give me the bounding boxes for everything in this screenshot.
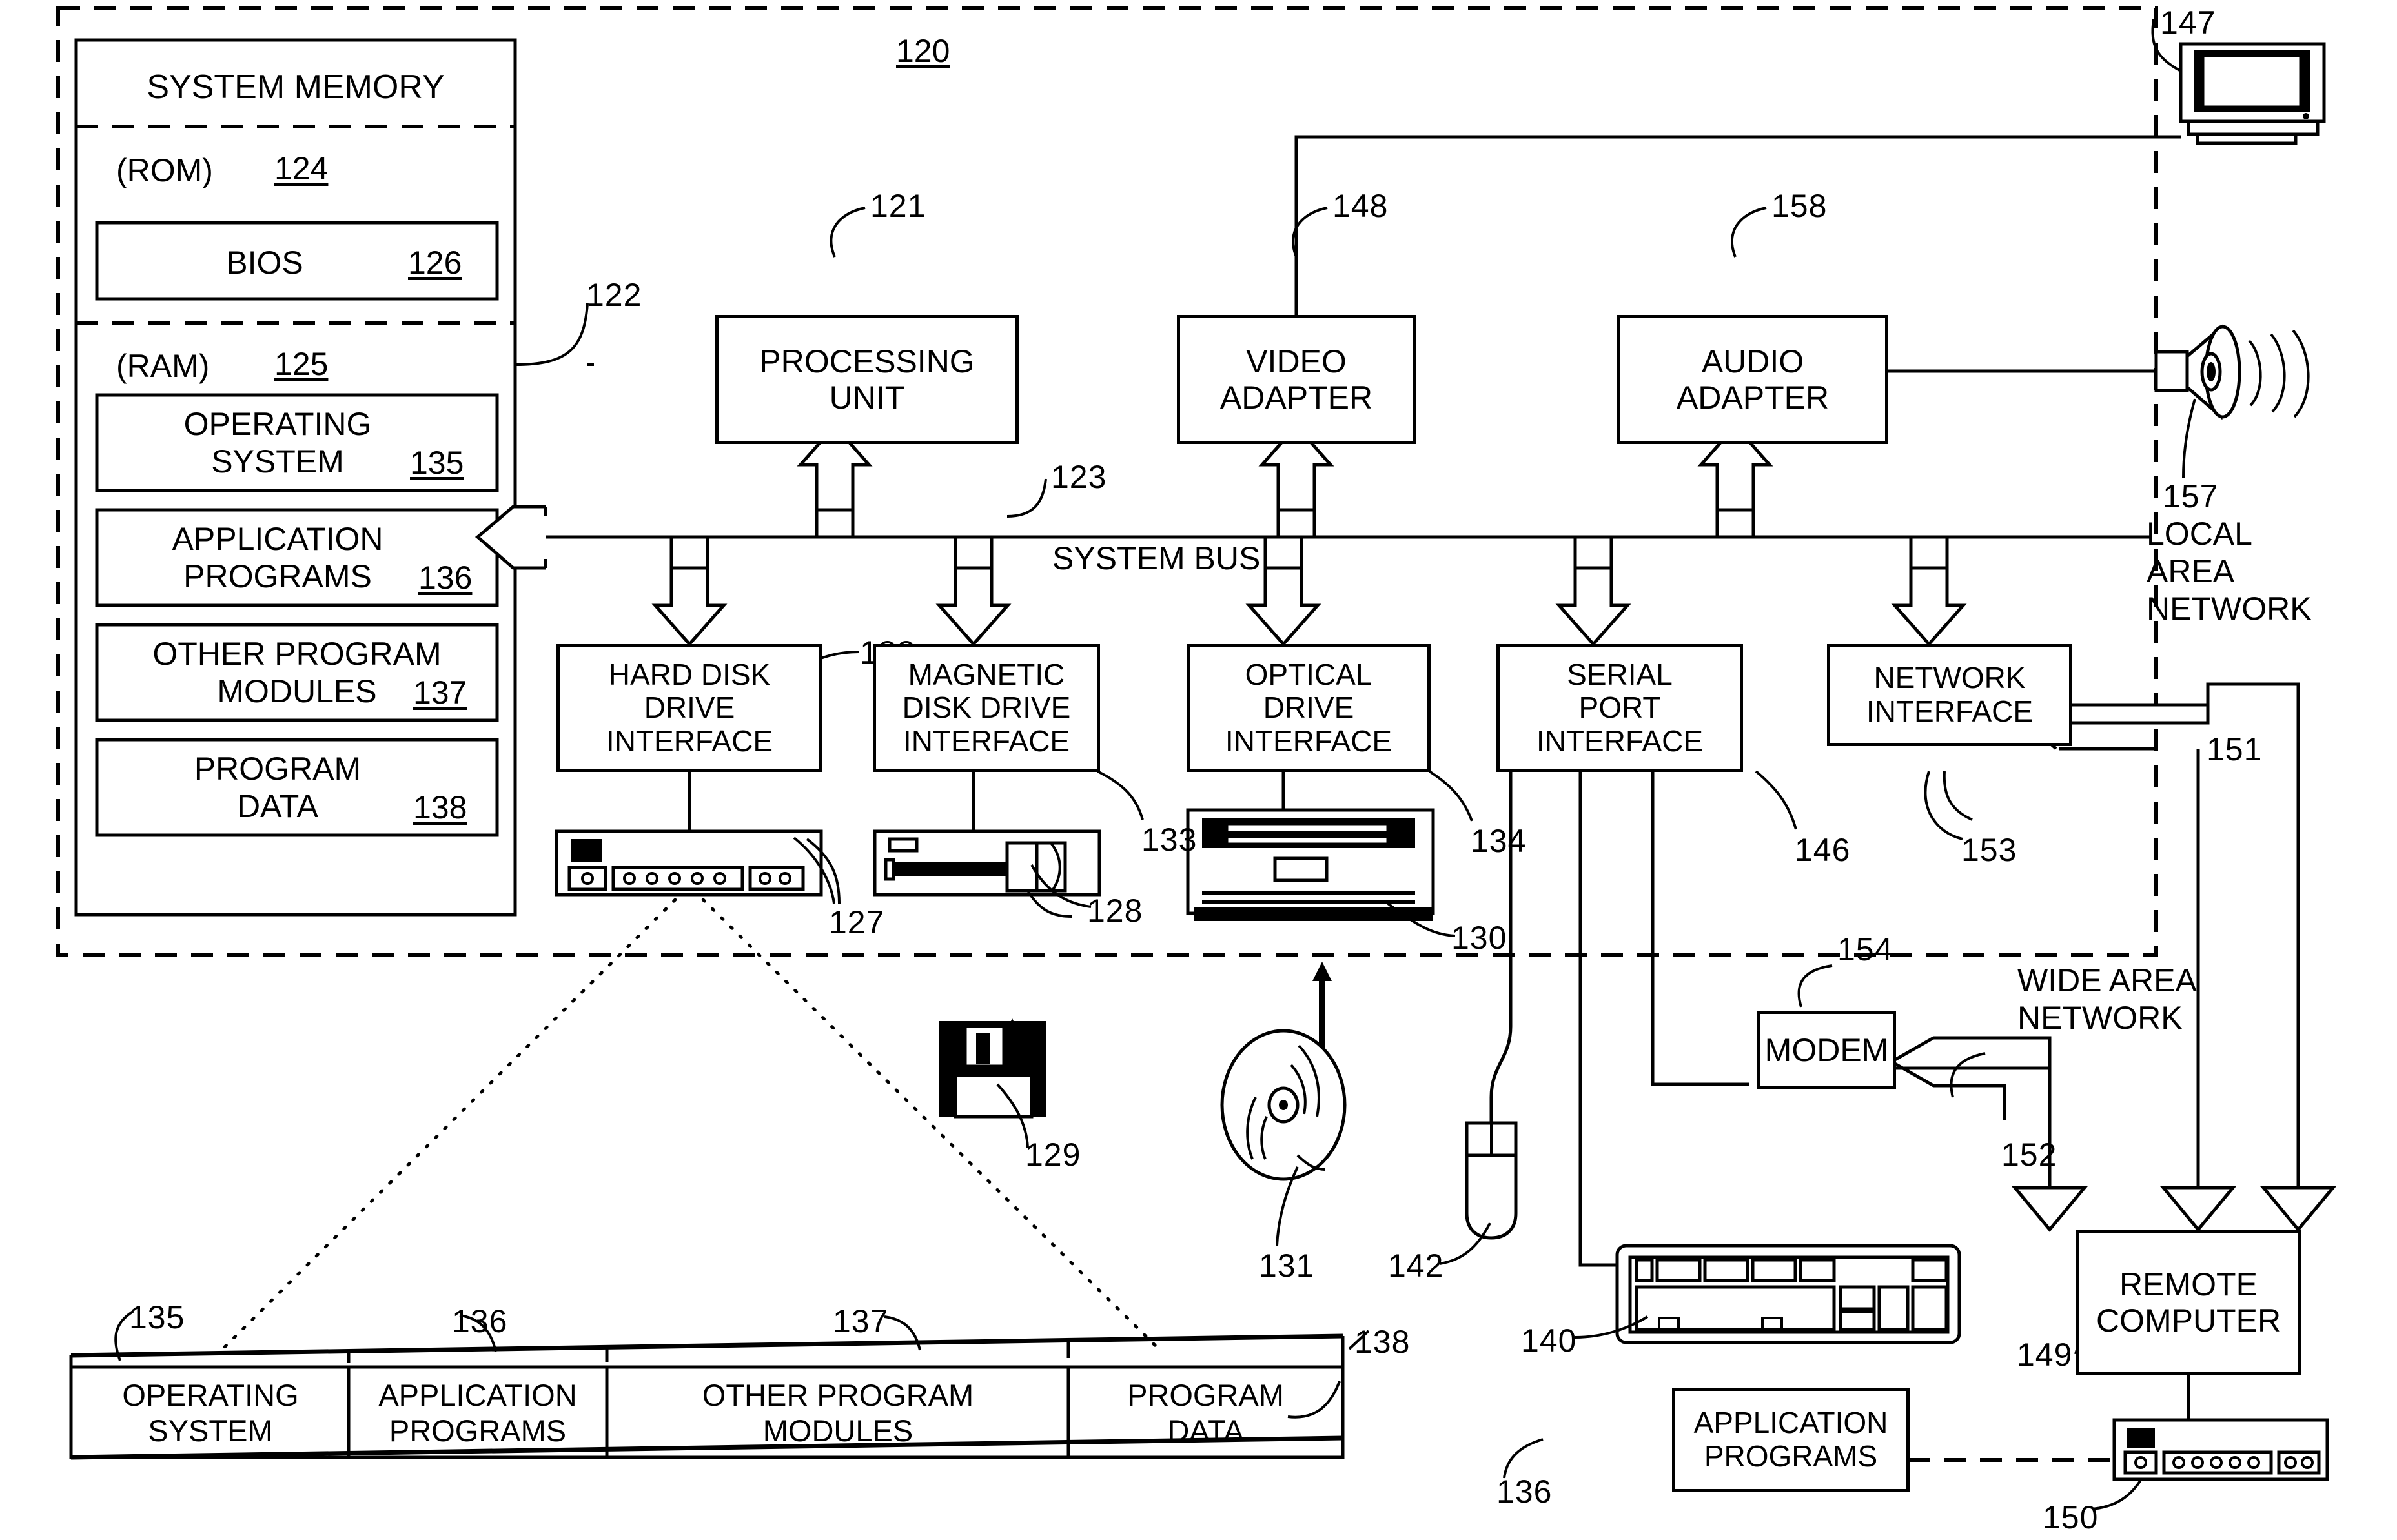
bus-arrow-down-fdd — [935, 537, 1012, 647]
strip-ref-138: 138 — [1354, 1324, 1411, 1360]
serial-port-interface-box: SERIAL PORT INTERFACE — [1496, 644, 1743, 772]
strip-ref-136: 136 — [452, 1303, 508, 1339]
processing-unit-label: PROCESSING UNIT — [759, 343, 975, 416]
floppy-drive-icon — [873, 829, 1101, 918]
hard-disk-drive-interface-box: HARD DISK DRIVE INTERFACE — [556, 644, 822, 772]
optical-disc-ref: 131 — [1259, 1248, 1315, 1284]
modem-label: MODEM — [1764, 1032, 1889, 1068]
strip-cell-apps: APPLICATION PROGRAMS — [378, 1378, 577, 1448]
app-module-label: APPLICATION PROGRAMS — [172, 521, 383, 594]
wide-area-network-label: WIDE AREA NETWORK — [2017, 962, 2197, 1036]
hard-drive-icon — [555, 829, 841, 904]
video-adapter-box: VIDEO ADAPTER — [1177, 315, 1416, 444]
ram-label: (RAM) — [116, 348, 210, 384]
cd-insert-arrow — [1312, 962, 1332, 1059]
floppy-disk-ref: 129 — [1025, 1137, 1081, 1173]
monitor-icon — [2179, 42, 2326, 145]
processing-unit-box: PROCESSING UNIT — [715, 315, 1019, 444]
bus-arrow-down-network — [1891, 537, 1967, 647]
network-interface-label: NETWORK INTERFACE — [1866, 661, 2034, 728]
strip-cell-progdata: PROGRAM DATA — [1127, 1378, 1284, 1448]
wan-ref: 152 — [2001, 1137, 2057, 1173]
video-adapter-ref: 148 — [1332, 188, 1389, 224]
remote-application-programs-box: APPLICATION PROGRAMS — [1672, 1388, 1910, 1492]
memory-bus-ref: 122 — [586, 277, 642, 313]
patent-figure-canvas: .s{fill:none;stroke:#000;stroke-width:5;… — [0, 0, 2397, 1540]
keyboard-ref: 140 — [1521, 1322, 1577, 1359]
network-interface-box: NETWORK INTERFACE — [1827, 644, 2072, 746]
system-memory-title: SYSTEM MEMORY — [147, 68, 445, 106]
floppy-drive-ref: 128 — [1087, 893, 1143, 929]
rom-label: (ROM) — [116, 152, 213, 188]
remote-computer-ref: 149 — [2017, 1337, 2073, 1373]
ram-ref: 125 — [274, 346, 329, 382]
audio-adapter-box: AUDIO ADAPTER — [1617, 315, 1888, 444]
magnetic-disk-drive-interface-box: MAGNETIC DISK DRIVE INTERFACE — [873, 644, 1100, 772]
other-module-ref: 137 — [413, 674, 467, 711]
figure-ref-120: 120 — [896, 33, 950, 69]
remote-computer-box: REMOTE COMPUTER — [2076, 1230, 2301, 1375]
floppy-insert-arrow — [1003, 1018, 1022, 1109]
modem-ref: 154 — [1837, 931, 1893, 968]
strip-cell-os: OPERATING SYSTEM — [122, 1378, 299, 1448]
floppy-disk-icon — [939, 1021, 1046, 1119]
optical-drive-interface-box: OPTICAL DRIVE INTERFACE — [1187, 644, 1431, 772]
system-bus-label: SYSTEM BUS — [1052, 540, 1261, 576]
lan-down-arrow — [2259, 1186, 2337, 1232]
strip-ref-137: 137 — [833, 1303, 889, 1339]
network-interface-ref: 153 — [1961, 832, 2017, 868]
mouse-icon — [1465, 1097, 1518, 1240]
optical-drive-interface-label: OPTICAL DRIVE INTERFACE — [1225, 657, 1392, 758]
system-bus-ref: 123 — [1051, 459, 1107, 495]
app-module-ref: 136 — [418, 560, 473, 596]
os-module-label: OPERATING SYSTEM — [183, 406, 372, 480]
bus-arrow-down-hdd — [651, 537, 728, 647]
remote-storage-ref: 150 — [2043, 1499, 2099, 1535]
rom-ref: 124 — [274, 150, 329, 187]
mouse-ref: 142 — [1388, 1248, 1444, 1284]
progdata-module-ref: 138 — [413, 789, 467, 826]
optical-drive-icon — [1186, 808, 1435, 921]
strip-ref-135: 135 — [129, 1299, 185, 1335]
audio-adapter-label: AUDIO ADAPTER — [1676, 343, 1830, 416]
video-adapter-label: VIDEO ADAPTER — [1219, 343, 1373, 416]
bus-arrow-down-serial — [1555, 537, 1631, 647]
remote-application-programs-ref: 136 — [1496, 1474, 1553, 1510]
remote-application-programs-label: APPLICATION PROGRAMS — [1693, 1406, 1888, 1473]
local-area-network-label: LOCAL AREA NETWORK — [2147, 516, 2312, 627]
progdata-module-label: PROGRAM DATA — [194, 751, 362, 824]
wan-modem-down-arrow — [2011, 1186, 2088, 1232]
optical-drive-ref: 130 — [1451, 920, 1507, 956]
strip-cell-other: OTHER PROGRAM MODULES — [702, 1378, 974, 1448]
bios-ref: 126 — [408, 245, 462, 281]
remote-storage-icon — [2112, 1418, 2329, 1481]
magnetic-disk-drive-interface-ref: 133 — [1141, 822, 1198, 858]
speaker-ref: 157 — [2163, 478, 2219, 514]
audio-adapter-ref: 158 — [1771, 188, 1828, 224]
processing-unit-ref: 121 — [870, 188, 926, 224]
optical-disc-icon — [1220, 1029, 1347, 1181]
hard-disk-drive-interface-label: HARD DISK DRIVE INTERFACE — [606, 657, 773, 758]
wan-down-arrow — [2159, 1186, 2237, 1232]
monitor-ref: 147 — [2160, 5, 2216, 41]
serial-port-interface-ref: 146 — [1795, 832, 1851, 868]
keyboard-icon — [1615, 1244, 1961, 1344]
os-module-ref: 135 — [410, 445, 464, 481]
magnetic-disk-drive-interface-label: MAGNETIC DISK DRIVE INTERFACE — [902, 657, 1071, 758]
modem-box: MODEM — [1757, 1011, 1896, 1089]
bios-label: BIOS — [226, 245, 303, 281]
speaker-icon — [2154, 324, 2310, 420]
serial-port-interface-label: SERIAL PORT INTERFACE — [1536, 657, 1704, 758]
optical-drive-interface-ref: 134 — [1471, 823, 1527, 859]
remote-computer-label: REMOTE COMPUTER — [2096, 1266, 2281, 1339]
hard-drive-ref: 127 — [829, 904, 885, 940]
lan-ref: 151 — [2207, 731, 2263, 767]
